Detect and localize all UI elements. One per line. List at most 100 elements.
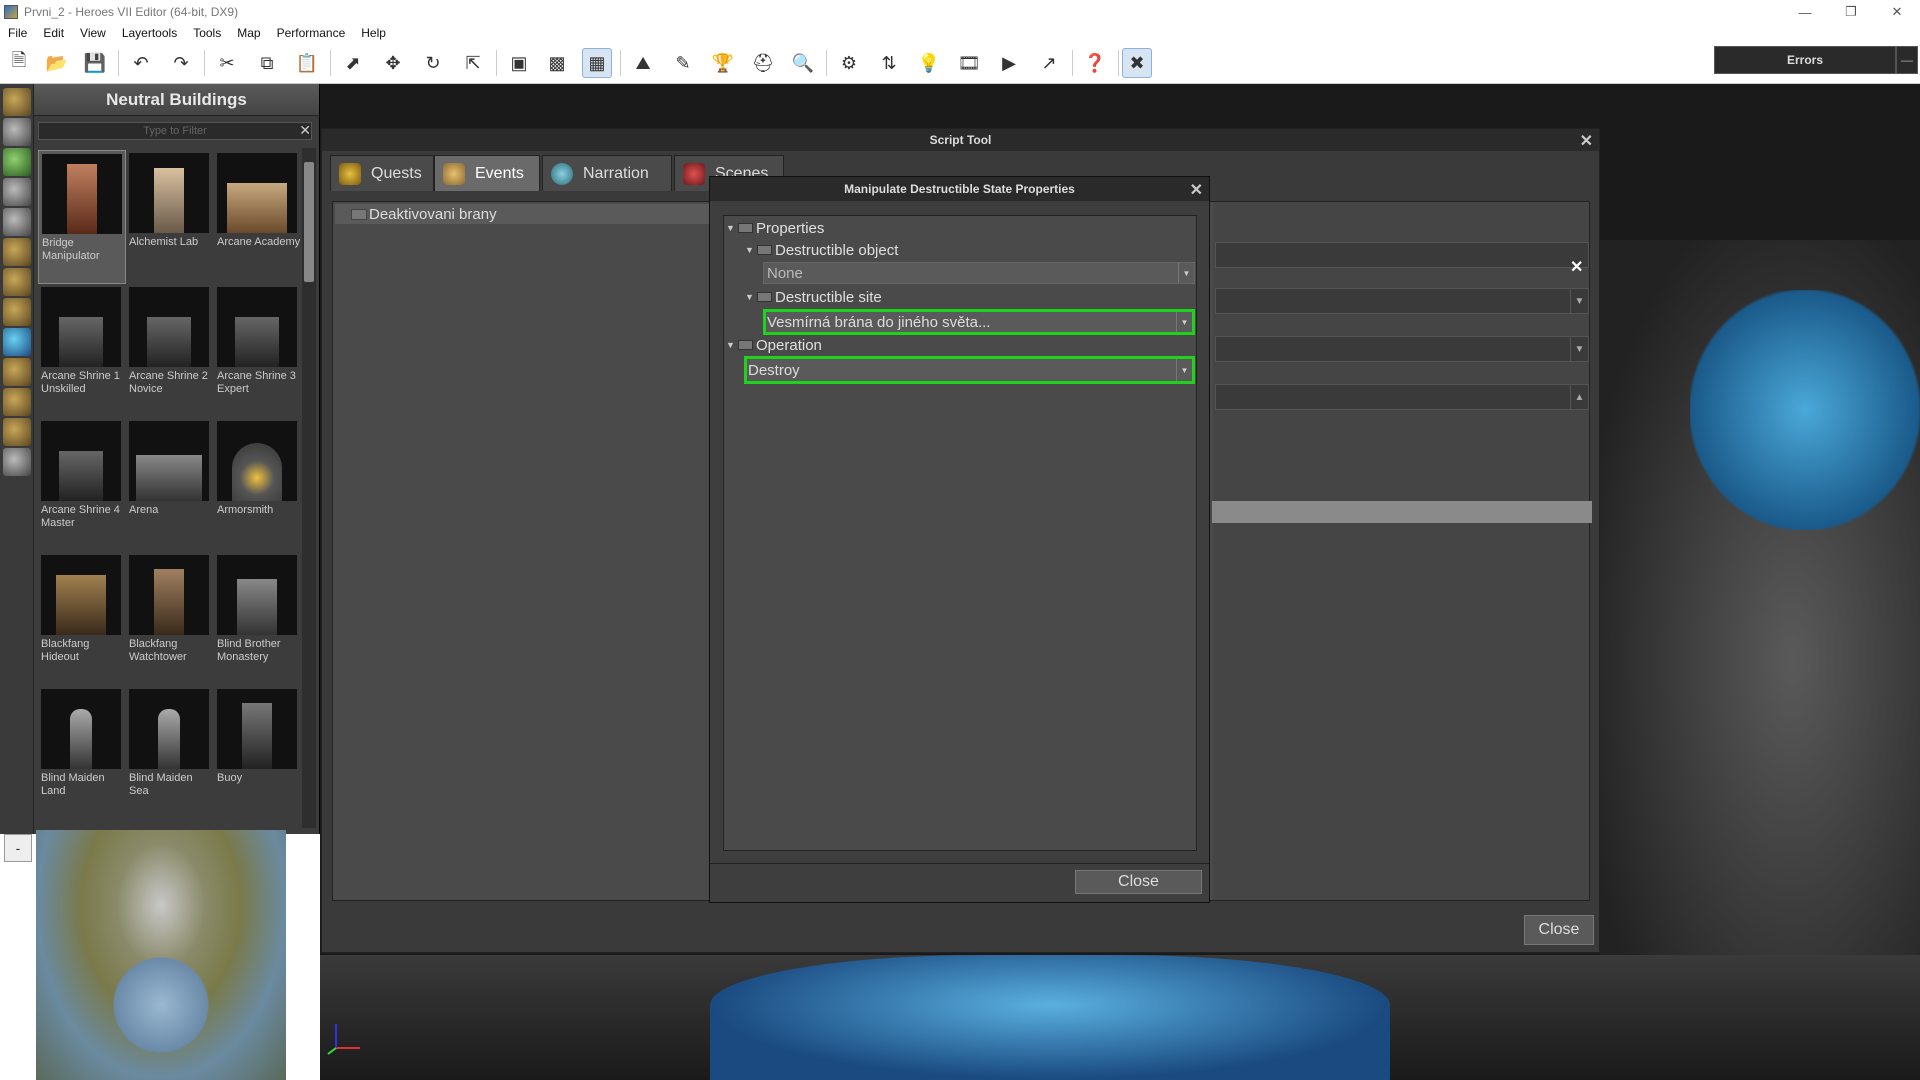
building-item[interactable]: Blackfang Watchtower xyxy=(126,552,214,686)
remove-icon[interactable]: ✕ xyxy=(1570,257,1583,277)
tree-item[interactable]: Deaktivovani brany xyxy=(335,204,711,224)
crystal-icon[interactable] xyxy=(3,328,31,356)
building-icon[interactable] xyxy=(3,208,31,236)
hero-icon[interactable] xyxy=(3,268,31,296)
building-item[interactable]: Bridge Manipulator xyxy=(38,150,126,284)
operation-node[interactable]: ▼ Operation xyxy=(726,335,822,355)
building-item[interactable]: Arcane Shrine 1 Unskilled xyxy=(38,284,126,418)
menu-view[interactable]: View xyxy=(72,24,114,42)
building-item[interactable]: Arcane Shrine 3 Expert xyxy=(214,284,300,418)
cut-icon[interactable]: ✂ xyxy=(212,48,242,78)
script-field[interactable] xyxy=(1215,242,1589,268)
building-item[interactable]: Blind Maiden Land xyxy=(38,686,126,820)
export-icon[interactable]: ↗ xyxy=(1034,48,1064,78)
search-script-icon[interactable]: 🔍 xyxy=(788,48,818,78)
building-item[interactable]: Blind Brother Monastery xyxy=(214,552,300,686)
operation-select[interactable]: Destroy ▼ xyxy=(744,356,1195,384)
chest-icon[interactable] xyxy=(3,358,31,386)
minimap[interactable] xyxy=(36,830,286,1080)
collapse-icon[interactable]: ▼ xyxy=(726,223,738,233)
building-item[interactable]: Arcane Shrine 4 Master xyxy=(38,418,126,552)
menu-tools[interactable]: Tools xyxy=(185,24,229,42)
script-tool-close-button[interactable]: Close xyxy=(1524,915,1594,945)
dropdown-arrow-icon[interactable]: ▼ xyxy=(1176,312,1192,332)
building-item[interactable]: Alchemist Lab xyxy=(126,150,214,284)
copy-icon[interactable]: ⧉ xyxy=(252,48,282,78)
settings-gears-icon[interactable]: ⚙ xyxy=(834,48,864,78)
errors-button[interactable]: Errors xyxy=(1714,46,1896,74)
building-item[interactable]: Armorsmith xyxy=(214,418,300,552)
destructible-object-select[interactable]: None ▼ xyxy=(763,262,1195,284)
open-folder-icon[interactable]: 📂 xyxy=(42,48,72,78)
paint-icon[interactable]: ✎ xyxy=(668,48,698,78)
camera-icon[interactable]: ▣ xyxy=(504,48,534,78)
dropdown-arrow-icon[interactable]: ▼ xyxy=(1178,263,1194,283)
undo-icon[interactable]: ↶ xyxy=(126,48,156,78)
paste-icon[interactable]: 📋 xyxy=(292,48,322,78)
dropdown-arrow-icon[interactable]: ▼ xyxy=(1176,359,1192,381)
destructible-site-node[interactable]: ▼ Destructible site xyxy=(745,287,882,307)
helmet-icon[interactable]: ⛑ xyxy=(748,48,778,78)
tab-narration[interactable]: Narration xyxy=(542,155,672,191)
rotate-icon[interactable]: ↻ xyxy=(418,48,448,78)
creature-icon[interactable] xyxy=(3,238,31,266)
save-icon[interactable]: 💾 xyxy=(80,48,110,78)
menu-file[interactable]: File xyxy=(0,24,35,42)
filter-input[interactable]: Type to Filter xyxy=(38,122,312,140)
script-field[interactable]: ▼ xyxy=(1215,288,1589,314)
dropdown-arrow-icon[interactable]: ▼ xyxy=(1570,289,1588,313)
menu-performance[interactable]: Performance xyxy=(269,24,354,42)
help-icon[interactable]: ❓ xyxy=(1080,48,1110,78)
castle-icon[interactable] xyxy=(3,178,31,206)
script-field[interactable]: ▼ xyxy=(1215,336,1589,362)
close-window-icon[interactable]: ✕ xyxy=(1874,0,1920,24)
building-item[interactable]: Arena xyxy=(126,418,214,552)
building-item[interactable]: Arcane Shrine 2 Novice xyxy=(126,284,214,418)
scale-icon[interactable]: ⇱ xyxy=(458,48,488,78)
collapse-icon[interactable]: ▼ xyxy=(745,245,757,255)
clear-filter-icon[interactable]: ✕ xyxy=(299,122,311,139)
destructible-object-node[interactable]: ▼ Destructible object xyxy=(745,240,898,260)
artifact-icon[interactable] xyxy=(3,298,31,326)
film-icon[interactable]: 🎞 xyxy=(954,48,984,78)
menu-edit[interactable]: Edit xyxy=(35,24,72,42)
menu-help[interactable]: Help xyxy=(353,24,394,42)
decoration-icon[interactable] xyxy=(3,448,31,476)
maximize-icon[interactable]: ❐ xyxy=(1828,0,1874,24)
close-icon[interactable]: ✕ xyxy=(1190,180,1203,200)
building-scrollbar[interactable] xyxy=(302,148,316,828)
new-file-icon[interactable]: 🗎 xyxy=(4,48,34,78)
building-item[interactable]: Blackfang Hideout xyxy=(38,552,126,686)
building-item[interactable]: Blind Maiden Sea xyxy=(126,686,214,820)
menu-map[interactable]: Map xyxy=(229,24,268,42)
building-item[interactable]: Buoy xyxy=(214,686,300,820)
redo-icon[interactable]: ↷ xyxy=(166,48,196,78)
terrain-icon[interactable]: ⛰ xyxy=(628,48,658,78)
pickaxe-icon[interactable] xyxy=(3,118,31,146)
dialog-close-button[interactable]: Close xyxy=(1075,870,1202,894)
select-icon[interactable]: ⬈ xyxy=(338,48,368,78)
tab-quests[interactable]: Quests xyxy=(330,155,434,191)
brush-icon[interactable] xyxy=(3,88,31,116)
properties-node[interactable]: ▼ Properties xyxy=(726,218,824,238)
collapse-icon[interactable]: ▼ xyxy=(745,292,757,302)
lightbulb-icon[interactable]: 💡 xyxy=(914,48,944,78)
tree-icon[interactable] xyxy=(3,148,31,176)
menu-layertools[interactable]: Layertools xyxy=(114,24,185,42)
destructible-site-select[interactable]: Vesmírná brána do jiného světa... ▼ xyxy=(763,309,1195,335)
tools-icon[interactable]: ✖ xyxy=(1122,48,1152,78)
selection-bar[interactable] xyxy=(1212,501,1592,523)
close-icon[interactable]: ✕ xyxy=(1580,131,1593,151)
swap-arrows-icon[interactable]: ⇅ xyxy=(874,48,904,78)
play-icon[interactable]: ▶ xyxy=(994,48,1024,78)
collapse-icon[interactable]: ▼ xyxy=(726,340,738,350)
banner-icon[interactable] xyxy=(3,418,31,446)
building-item[interactable]: Arcane Academy xyxy=(214,150,300,284)
grid-icon[interactable]: ▦ xyxy=(582,48,612,78)
minimize-icon[interactable]: — xyxy=(1782,0,1828,24)
dropdown-arrow-icon[interactable]: ▼ xyxy=(1570,337,1588,361)
trophy-icon[interactable]: 🏆 xyxy=(708,48,738,78)
tab-events[interactable]: Events xyxy=(434,155,540,191)
errors-dropdown-icon[interactable]: — xyxy=(1896,46,1918,74)
minimap-toggle-button[interactable]: - xyxy=(4,834,32,862)
